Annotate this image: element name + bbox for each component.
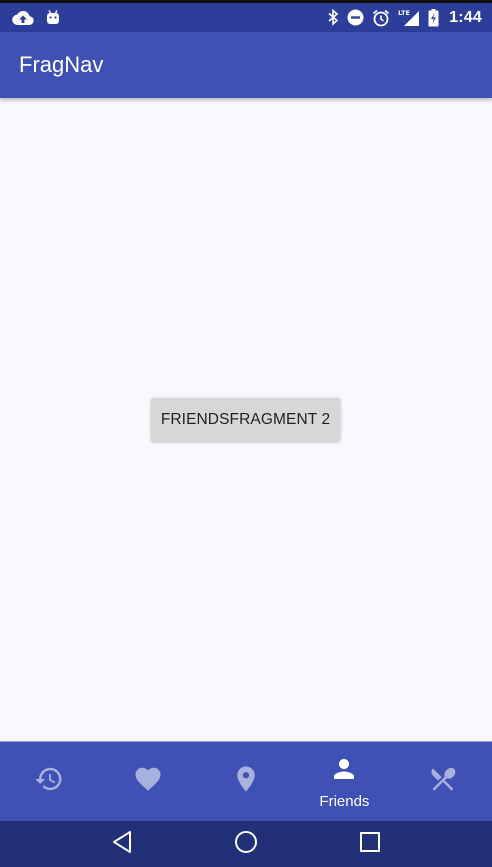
system-navigation-bar bbox=[0, 821, 492, 867]
app-title: FragNav bbox=[19, 52, 104, 77]
status-bar: LTE 1:44 bbox=[0, 3, 492, 32]
app-bar: FragNav bbox=[0, 32, 492, 98]
bluetooth-icon bbox=[327, 9, 339, 26]
recents-icon[interactable] bbox=[359, 831, 381, 858]
lte-label: LTE bbox=[398, 9, 410, 17]
heart-icon bbox=[132, 764, 164, 799]
person-icon bbox=[328, 754, 360, 789]
location-pin-icon bbox=[231, 763, 261, 800]
nav-item-history[interactable] bbox=[0, 742, 98, 821]
home-icon[interactable] bbox=[234, 830, 258, 859]
nav-item-food[interactable] bbox=[394, 742, 492, 821]
battery-charging-icon bbox=[428, 8, 439, 27]
nav-label-friends: Friends bbox=[319, 792, 370, 810]
friends-fragment-button[interactable]: FRIENDSFRAGMENT 2 bbox=[151, 398, 340, 441]
status-system-icons: LTE 1:44 bbox=[327, 8, 482, 27]
nav-item-nearby[interactable] bbox=[197, 742, 295, 821]
cloud-upload-icon bbox=[12, 10, 34, 26]
history-icon bbox=[34, 764, 64, 799]
alarm-icon bbox=[372, 9, 390, 27]
status-notifications bbox=[12, 9, 61, 26]
lte-signal-icon: LTE bbox=[398, 9, 420, 27]
android-icon bbox=[45, 9, 61, 26]
do-not-disturb-icon bbox=[347, 9, 364, 26]
back-icon[interactable] bbox=[111, 830, 133, 859]
nav-item-favorites[interactable] bbox=[98, 742, 196, 821]
fragment-content: FRIENDSFRAGMENT 2 bbox=[0, 98, 492, 741]
nav-item-friends[interactable]: Friends bbox=[295, 742, 393, 821]
status-time: 1:44 bbox=[449, 8, 482, 26]
bottom-navigation: Friends bbox=[0, 741, 492, 821]
restaurant-icon bbox=[428, 764, 458, 799]
